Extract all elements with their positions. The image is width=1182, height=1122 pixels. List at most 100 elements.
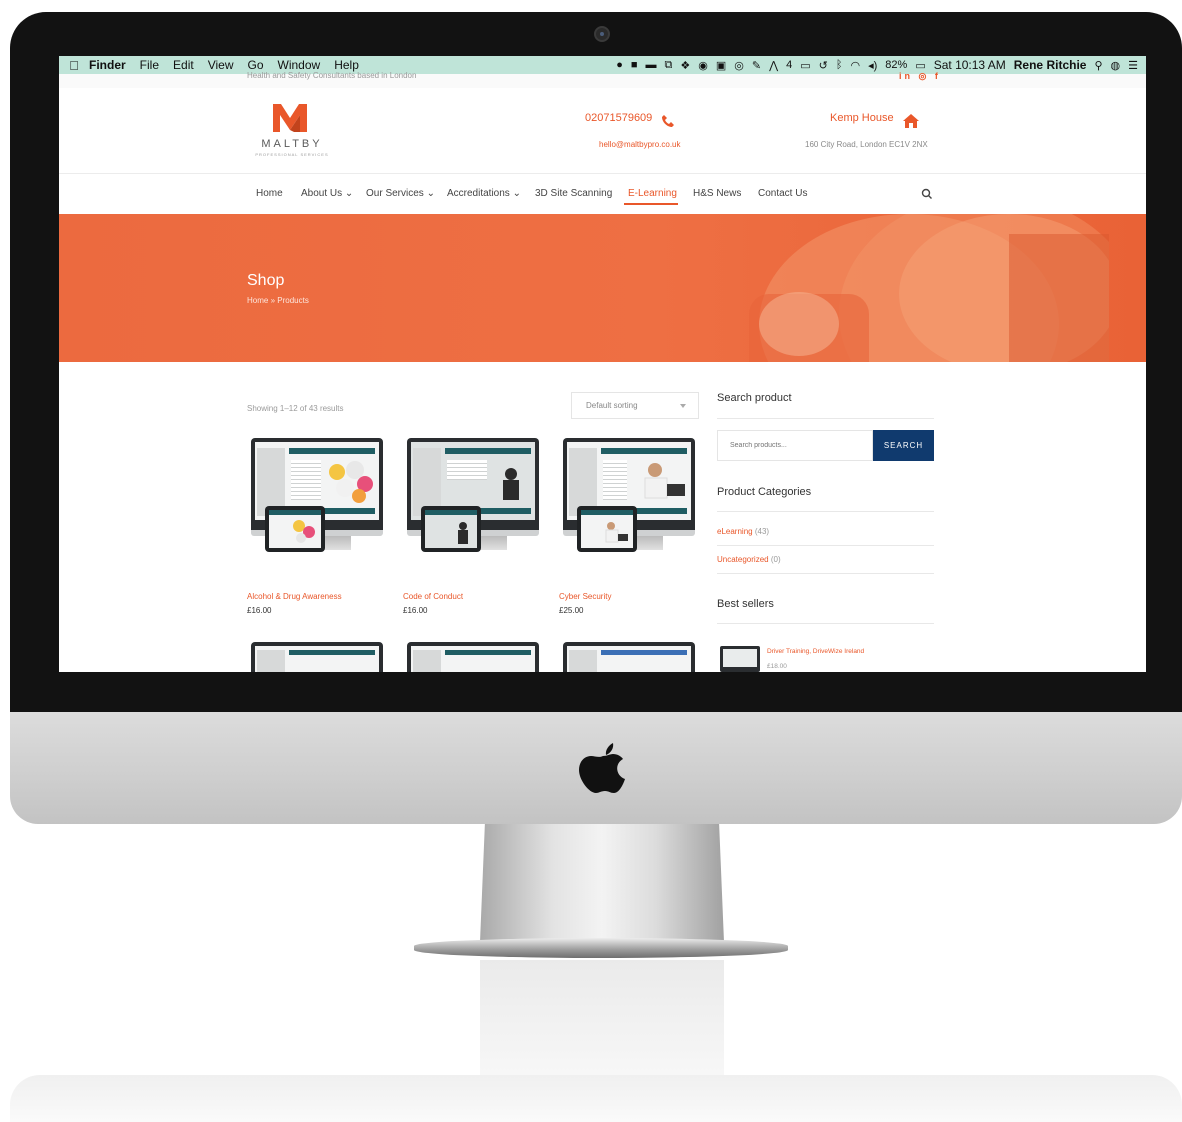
menu-view[interactable]: View	[208, 58, 234, 72]
menu-go[interactable]: Go	[248, 58, 264, 72]
wrench-icon[interactable]: ✎	[752, 59, 761, 72]
breadcrumb-current: Products	[277, 296, 309, 305]
header-email[interactable]: hello@maltbypro.co.uk	[599, 140, 681, 149]
site-logo[interactable]: MALTBY PROFESSIONAL SERVICES	[245, 104, 339, 157]
bluetooth-icon[interactable]: ᛒ	[836, 59, 843, 71]
window-icon[interactable]: ▣	[716, 59, 726, 72]
chevron-down-icon: ⌄	[344, 188, 354, 199]
social-links[interactable]: in ◎ f	[899, 71, 941, 82]
nav-3d-scanning[interactable]: 3D Site Scanning	[535, 188, 612, 199]
product-card[interactable]: Code of Conduct £16.00	[403, 438, 539, 615]
category-link[interactable]: eLearning (43)	[717, 527, 769, 536]
bestseller-price: £18.00	[767, 663, 787, 670]
imac-mockup:  Finder File Edit View Go Window Help ●…	[0, 0, 1182, 1122]
floor-reflection	[10, 1075, 1182, 1122]
nav-news[interactable]: H&S News	[693, 188, 741, 199]
sort-value: Default sorting	[586, 401, 638, 410]
results-count: Showing 1–12 of 43 results	[247, 404, 344, 413]
nav-about[interactable]: About Us ⌄	[301, 188, 353, 199]
nav-services[interactable]: Our Services ⌄	[366, 188, 435, 199]
divider	[717, 573, 934, 574]
breadcrumb-separator: »	[270, 296, 276, 305]
product-image[interactable]	[403, 438, 539, 572]
product-card[interactable]: Alcohol & Drug Awareness £16.00	[247, 438, 383, 615]
menu-help[interactable]: Help	[334, 58, 359, 72]
bestseller-thumbnail[interactable]	[720, 646, 760, 672]
category-name: Uncategorized	[717, 555, 769, 564]
nav-active-underline	[624, 203, 678, 205]
tablet-mockup	[577, 506, 637, 552]
tablet-mockup	[421, 506, 481, 552]
site-header: MALTBY PROFESSIONAL SERVICES 02071579609…	[59, 88, 1146, 174]
screen:  Finder File Edit View Go Window Help ●…	[59, 56, 1146, 672]
hero-banner: Shop Home » Products	[59, 214, 1146, 362]
nav-services-label: Our Services	[366, 188, 424, 199]
chevron-down-icon	[680, 404, 686, 408]
search-button[interactable]: SEARCH	[873, 430, 934, 461]
product-card[interactable]: Cyber Security £25.00	[559, 438, 695, 615]
logo-name: MALTBY	[261, 138, 323, 150]
stand-reflection	[480, 960, 724, 1080]
header-phone[interactable]: 02071579609	[585, 112, 652, 124]
nav-elearning[interactable]: E-Learning	[628, 188, 677, 199]
sync-icon[interactable]: ◉	[698, 59, 708, 72]
battery-icon[interactable]: ▭	[915, 59, 925, 72]
site-tagline: Health and Safety Consultants based in L…	[247, 71, 417, 80]
product-card-partial[interactable]	[407, 642, 539, 672]
menubar-clock[interactable]: Sat 10:13 AM	[934, 58, 1006, 72]
tablet-mockup	[265, 506, 325, 552]
wifi-icon[interactable]: ◠	[850, 59, 860, 72]
product-card-partial[interactable]	[563, 642, 695, 672]
menu-edit[interactable]: Edit	[173, 58, 194, 72]
siri-icon[interactable]: ◍	[1111, 59, 1121, 72]
divider	[717, 545, 934, 546]
page-title: Shop	[247, 272, 285, 289]
adobe-icon[interactable]: ⋀	[769, 59, 778, 72]
product-image[interactable]	[247, 438, 383, 572]
product-card-partial[interactable]	[251, 642, 383, 672]
nav-accreditations[interactable]: Accreditations ⌄	[447, 188, 521, 199]
best-sellers-heading: Best sellers	[717, 598, 774, 610]
maltby-m-logo-icon	[273, 104, 307, 132]
nav-accreditations-label: Accreditations	[447, 188, 510, 199]
camera-icon	[594, 26, 610, 42]
nav-contact[interactable]: Contact Us	[758, 188, 807, 199]
share-icon[interactable]: ⧉	[665, 59, 673, 72]
product-price: £25.00	[559, 606, 584, 615]
airplay-icon[interactable]: ▭	[800, 59, 810, 72]
nav-about-label: About Us	[301, 188, 343, 199]
bestseller-name[interactable]: Driver Training, DriveWize Ireland	[767, 648, 864, 655]
sort-select[interactable]: Default sorting	[571, 392, 699, 419]
creative-cloud-icon[interactable]: ◎	[734, 59, 744, 72]
menu-file[interactable]: File	[140, 58, 159, 72]
category-link[interactable]: Uncategorized (0)	[717, 555, 781, 564]
search-product-heading: Search product	[717, 392, 792, 404]
dropbox-icon[interactable]: ❖	[680, 59, 690, 72]
menubar-user[interactable]: Rene Ritchie	[1014, 58, 1087, 72]
spotlight-search-icon[interactable]: ⚲	[1094, 59, 1102, 72]
nav-home[interactable]: Home	[256, 188, 283, 199]
search-icon[interactable]	[921, 188, 933, 200]
apple-menu-icon[interactable]: 	[59, 58, 89, 73]
imac-stand	[480, 824, 724, 942]
notification-center-icon[interactable]: ☰	[1128, 59, 1138, 72]
divider	[717, 623, 934, 624]
menu-finder[interactable]: Finder	[89, 58, 126, 72]
product-name[interactable]: Alcohol & Drug Awareness	[247, 592, 383, 601]
volume-icon[interactable]: ◂)	[868, 59, 877, 72]
product-image[interactable]	[559, 438, 695, 572]
divider	[717, 511, 934, 512]
breadcrumb-home[interactable]: Home	[247, 296, 268, 305]
message-icon[interactable]: ▬	[646, 59, 657, 71]
hard-hat-image	[749, 214, 1109, 362]
status-icon-square[interactable]: ■	[631, 59, 638, 71]
header-address: 160 City Road, London EC1V 2NX	[805, 140, 928, 149]
menu-window[interactable]: Window	[278, 58, 321, 72]
imac-foot	[414, 938, 788, 958]
time-machine-icon[interactable]: ↺	[819, 59, 828, 72]
status-icon-app[interactable]: ●	[616, 59, 623, 71]
category-name: eLearning	[717, 527, 753, 536]
product-name[interactable]: Code of Conduct	[403, 592, 539, 601]
product-search-input[interactable]	[717, 430, 873, 461]
product-name[interactable]: Cyber Security	[559, 592, 695, 601]
